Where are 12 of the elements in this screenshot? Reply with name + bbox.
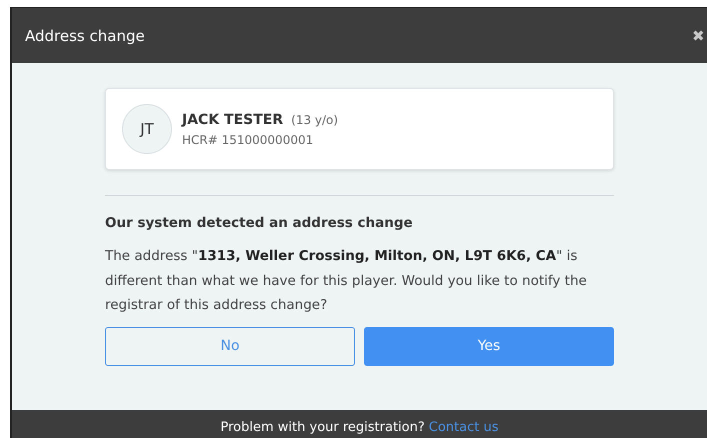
no-button[interactable]: No xyxy=(105,326,355,366)
contact-link[interactable]: Contact us xyxy=(428,420,498,438)
close-button[interactable]: ✖ xyxy=(690,26,707,44)
yes-button[interactable]: Yes xyxy=(364,326,614,366)
message-heading: Our system detected an address change xyxy=(105,215,414,231)
avatar-initials: JT xyxy=(122,104,172,154)
player-name: JACK TESTER xyxy=(182,112,284,128)
dialog-title: Address change xyxy=(25,26,145,44)
footer-text: Problem with your registration? xyxy=(220,420,425,437)
player-age: (13 y/o) xyxy=(291,112,338,126)
player-hcr: HCR# 151000000001 xyxy=(182,132,314,146)
message-text: The address "1313, Weller Crossing, Milton, ON, L9T 6K6, CA" is different than what we have for this player. Would you like to notify the registrar of this address change? xyxy=(105,247,588,315)
